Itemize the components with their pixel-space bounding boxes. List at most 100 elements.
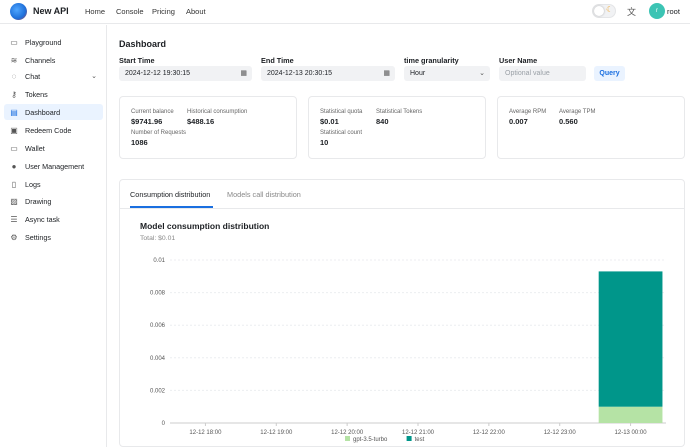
- sidebar-item-label: Channels: [25, 55, 56, 65]
- stat-label: Average RPM: [509, 109, 547, 115]
- brand-name[interactable]: New API: [33, 6, 69, 16]
- stat-label: Current balance: [131, 109, 174, 115]
- x-tick-label: 12-12 22:00: [473, 430, 506, 436]
- legend-label[interactable]: gpt-3.5-turbo: [353, 437, 388, 443]
- sidebar-item-channels[interactable]: ≋ Channels: [4, 52, 103, 68]
- stat-value: 0.007: [509, 117, 528, 126]
- current-balance-stat: Current balance $9741.96: [131, 109, 174, 126]
- quota-stat: Statistical quota $0.01: [320, 109, 362, 126]
- legend-swatch: [406, 436, 412, 441]
- stat-value: 840: [376, 117, 389, 126]
- stat-value: $488.16: [187, 117, 215, 126]
- gear-icon: ⚙: [10, 232, 18, 242]
- sidebar-item-async-task[interactable]: ☰ Async task: [4, 211, 103, 227]
- avatar[interactable]: r: [649, 3, 665, 19]
- page-title: Dashboard: [119, 39, 167, 49]
- tab-divider: [120, 208, 684, 209]
- x-tick-label: 12-12 19:00: [260, 430, 293, 436]
- chat-bubble-icon: ▭: [10, 37, 18, 47]
- sidebar-item-label: Redeem Code: [25, 125, 72, 135]
- sidebar-item-redeem-code[interactable]: ▣ Redeem Code: [4, 122, 103, 138]
- y-tick-label: 0.004: [150, 356, 166, 362]
- user-icon: ●: [11, 161, 17, 171]
- stat-label: Statistical count: [320, 130, 363, 136]
- legend-label[interactable]: test: [415, 437, 425, 443]
- sidebar-item-dashboard[interactable]: ▤ Dashboard: [4, 104, 103, 120]
- username-input[interactable]: Optional value: [499, 66, 586, 81]
- key-icon: ⚷: [11, 89, 17, 99]
- tpm-stat: Average TPM 0.560: [559, 109, 595, 126]
- calendar-icon: ▤: [10, 107, 18, 117]
- y-tick-label: 0.01: [153, 258, 165, 264]
- usage-card: Statistical quota $0.01 Statistical Token…: [308, 96, 486, 159]
- bar-test[interactable]: [598, 271, 663, 407]
- granularity-label: time granularity: [404, 56, 459, 65]
- username[interactable]: root: [667, 7, 680, 16]
- nav-console[interactable]: Console: [116, 7, 144, 16]
- sidebar-item-user-management[interactable]: ● User Management: [4, 158, 103, 174]
- sidebar-item-label: User Management: [25, 161, 85, 171]
- ticket-icon: ▣: [10, 125, 18, 135]
- stat-label: Statistical Tokens: [376, 109, 423, 115]
- nav-home[interactable]: Home: [85, 7, 105, 16]
- sidebar-item-logs[interactable]: ▯ Logs: [4, 176, 103, 192]
- sidebar-item-label: Settings: [25, 232, 51, 242]
- x-tick-label: 12-13 00:00: [615, 430, 648, 436]
- credit-card-icon: ▭: [10, 143, 18, 153]
- y-tick-label: 0.002: [150, 388, 166, 394]
- tokens-stat: Statistical Tokens 840: [376, 109, 422, 126]
- toggle-knob: [594, 6, 604, 16]
- language-icon[interactable]: 文: [627, 5, 636, 18]
- sidebar-item-drawing[interactable]: ▨ Drawing: [4, 193, 103, 209]
- stat-label: Statistical quota: [320, 109, 363, 115]
- sidebar-item-label: Playground: [25, 37, 62, 47]
- bar-gpt-3.5-turbo[interactable]: [598, 406, 663, 423]
- historical-consumption-stat: Historical consumption $488.16: [187, 109, 247, 126]
- username-placeholder: Optional value: [505, 70, 550, 77]
- sidebar-item-label: Chat: [25, 71, 41, 81]
- consumption-chart: 0 0.002 0.004 0.006 0.008 0.01 12-12 18:00 12-…: [150, 258, 666, 443]
- calendar-icon: ▦: [240, 70, 247, 77]
- tab-consumption-distribution[interactable]: Consumption distribution: [130, 190, 210, 199]
- sidebar-item-wallet[interactable]: ▭ Wallet: [4, 140, 103, 156]
- main-content: Dashboard Start Time 2024-12-12 19:30:15…: [108, 25, 690, 447]
- start-time-label: Start Time: [119, 56, 155, 65]
- sidebar-item-label: Dashboard: [25, 107, 61, 117]
- sidebar-item-label: Tokens: [25, 89, 48, 99]
- chart-panel: Consumption distribution Models call dis…: [119, 179, 685, 447]
- nav-about[interactable]: About: [186, 7, 206, 16]
- sidebar-item-playground[interactable]: ▭ Playground: [4, 34, 103, 50]
- sidebar-item-chat[interactable]: ◌ Chat ⌄: [4, 68, 103, 84]
- stat-label: Number of Requests: [131, 130, 187, 136]
- rpm-stat: Average RPM 0.007: [509, 109, 546, 126]
- nav-pricing[interactable]: Pricing: [152, 7, 175, 16]
- x-tick-label: 12-12 18:00: [189, 430, 222, 436]
- y-tick-label: 0.008: [150, 291, 166, 297]
- tab-models-call-distribution[interactable]: Models call distribution: [227, 190, 301, 199]
- layers-icon: ≋: [10, 55, 18, 65]
- end-time-input[interactable]: 2024-12-13 20:30:15 ▦: [261, 66, 395, 81]
- sidebar-item-settings[interactable]: ⚙ Settings: [4, 229, 103, 245]
- stat-value: 10: [320, 138, 329, 147]
- theme-toggle[interactable]: ☾: [592, 4, 616, 18]
- sidebar-item-label: Drawing: [25, 196, 52, 206]
- requests-stat: Number of Requests 1086: [131, 130, 186, 147]
- sidebar-item-label: Async task: [25, 214, 60, 224]
- stat-label: Average TPM: [559, 109, 596, 115]
- y-tick-label: 0.006: [150, 323, 166, 329]
- sidebar-item-tokens[interactable]: ⚷ Tokens: [4, 86, 103, 102]
- start-time-input[interactable]: 2024-12-12 19:30:15 ▦: [119, 66, 252, 81]
- rate-card: Average RPM 0.007 Average TPM 0.560: [497, 96, 685, 159]
- y-tick-label: 0: [162, 421, 166, 427]
- list-icon: ☰: [10, 214, 18, 224]
- stat-value: $0.01: [320, 117, 339, 126]
- balance-card: Current balance $9741.96 Historical consu…: [119, 96, 297, 159]
- granularity-select[interactable]: Hour ⌄: [404, 66, 490, 81]
- granularity-value: Hour: [410, 70, 426, 77]
- logo-icon[interactable]: [10, 3, 27, 20]
- calendar-icon: ▦: [383, 70, 390, 77]
- end-time-value: 2024-12-13 20:30:15: [267, 70, 332, 77]
- chart-total: Total: $0.01: [140, 235, 176, 242]
- stat-value: 0.560: [559, 117, 578, 126]
- query-button[interactable]: Query: [594, 66, 625, 81]
